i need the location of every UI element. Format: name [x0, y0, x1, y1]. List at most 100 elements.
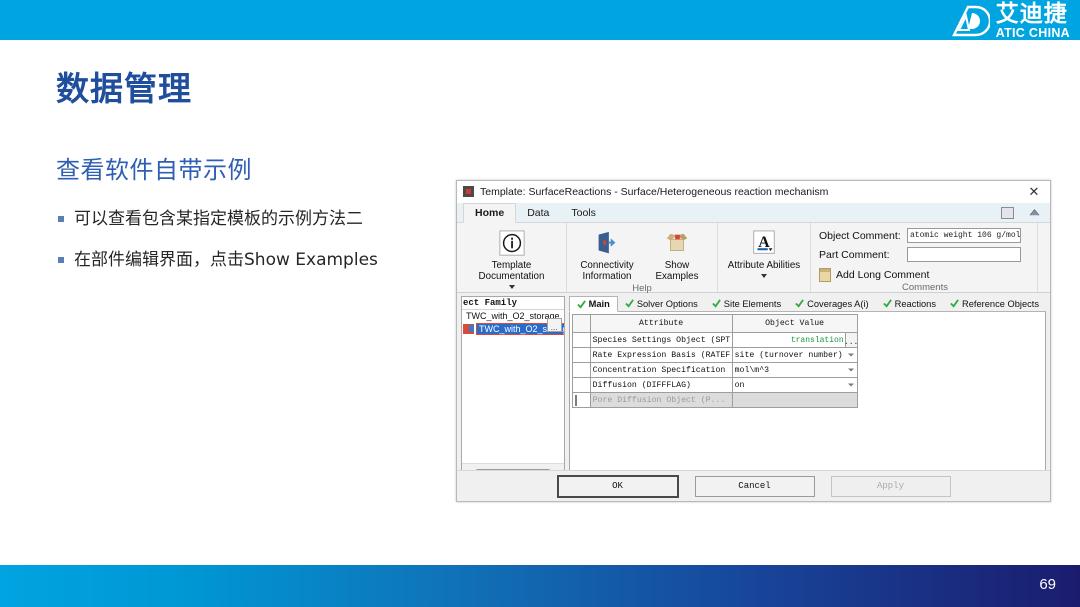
- cancel-button[interactable]: Cancel: [694, 475, 815, 497]
- ribbon-group-items: Connectivity Information Show Examples: [572, 226, 712, 283]
- chevron-down-icon[interactable]: [761, 273, 767, 278]
- attribute-abilities-label: Attribute Abilities: [727, 260, 801, 271]
- table-row[interactable]: Diffusion (DIFFFLAG) on: [571, 377, 858, 393]
- ok-button[interactable]: OK: [556, 474, 679, 498]
- row-value: on: [734, 380, 745, 390]
- tab-coverages[interactable]: Coverages A(i): [788, 296, 876, 311]
- row-checkbox-cell: [571, 347, 591, 363]
- app-icon: [463, 186, 474, 197]
- bullet-square-icon: [58, 216, 64, 222]
- chevron-down-icon[interactable]: [847, 368, 854, 372]
- top-brand-band: 艾迪捷 ATIC CHINA: [0, 0, 1080, 40]
- attribute-table-container: Attribute Object Value Species Settings …: [568, 312, 1046, 478]
- tab-reference-objects[interactable]: Reference Objects: [943, 296, 1046, 311]
- letter-a-icon: A: [749, 229, 779, 259]
- help-icon[interactable]: [1028, 207, 1041, 218]
- tab-reactions-label: Reactions: [894, 298, 936, 309]
- check-icon: [882, 299, 892, 308]
- chevron-down-icon[interactable]: [508, 284, 515, 289]
- check-icon: [712, 299, 721, 308]
- part-comment-field[interactable]: [907, 247, 1021, 262]
- attribute-abilities-button[interactable]: A Attribute Abilities: [722, 226, 806, 278]
- column-header-object-value: Object Value: [731, 314, 858, 333]
- add-long-comment-button[interactable]: Add Long Comment: [819, 268, 1031, 282]
- object-family-tree-panel: ect Family TWC_with_O2_storage TWC_with_…: [461, 296, 565, 478]
- object-comment-field[interactable]: atomic weight 106 g/mol: [907, 228, 1021, 243]
- check-icon: [576, 299, 586, 309]
- open-box-icon: [662, 229, 692, 259]
- ribbon-tab-data[interactable]: Data: [516, 203, 560, 222]
- slide-root: 艾迪捷 ATIC CHINA 数据管理 查看软件自带示例 可以查看包含某指定模板…: [0, 0, 1080, 607]
- dialog-work-area: ect Family TWC_with_O2_storage TWC_with_…: [457, 293, 1050, 478]
- atic-logo-mark-icon: [951, 5, 990, 37]
- row-value: mol\m^3: [734, 365, 770, 375]
- show-examples-label: Show Examples: [655, 260, 699, 282]
- check-icon: [625, 299, 634, 308]
- ribbon-tab-bar: Home Data Tools: [457, 203, 1050, 223]
- object-comment-row: Object Comment: atomic weight 106 g/mol: [819, 228, 1031, 243]
- page-subtitle: 查看软件自带示例: [56, 156, 252, 184]
- tab-solver-options[interactable]: Solver Options: [618, 296, 705, 311]
- bullet-text: 可以查看包含某指定模板的示例方法二: [74, 209, 363, 229]
- row-value-cell[interactable]: site (turnover number): [731, 347, 858, 363]
- object-comment-label: Object Comment:: [819, 229, 901, 242]
- table-row[interactable]: Rate Expression Basis (RATEF... site (tu…: [571, 347, 858, 363]
- table-row[interactable]: Species Settings Object (SPT... translat…: [571, 332, 858, 348]
- ribbon-spacer: [1037, 223, 1050, 292]
- ribbon-tab-tools[interactable]: Tools: [560, 203, 607, 222]
- table-row[interactable]: Concentration Specification ... mol\m^3: [571, 362, 858, 378]
- tree-header-label: ect Family: [462, 297, 564, 310]
- column-header-attribute: Attribute: [589, 314, 733, 333]
- row-attribute: Pore Diffusion Object (P...: [589, 392, 733, 408]
- tab-solver-options-label: Solver Options: [636, 298, 698, 309]
- row-value-cell[interactable]: translation ...: [731, 332, 858, 348]
- dialog-title: Template: SurfaceReactions - Surface/Het…: [480, 185, 829, 198]
- tab-site-elements[interactable]: Site Elements: [705, 296, 788, 311]
- close-icon[interactable]: ✕: [1022, 181, 1046, 202]
- apply-button: Apply: [830, 475, 951, 497]
- ribbon-group-items: A Attribute Abilities: [722, 226, 806, 283]
- check-icon: [950, 299, 959, 308]
- row-checkbox[interactable]: [574, 394, 577, 406]
- minimize-ribbon-icon[interactable]: [1001, 206, 1014, 219]
- row-checkbox-cell: [571, 362, 591, 378]
- template-documentation-button[interactable]: Template Documentation: [462, 226, 562, 289]
- row-value-cell[interactable]: on: [731, 377, 858, 393]
- tab-main[interactable]: Main: [568, 296, 618, 312]
- list-item: 在部件编辑界面，点击Show Examples: [58, 249, 458, 271]
- attribute-table: Attribute Object Value Species Settings …: [571, 314, 858, 408]
- logo-chinese-name: 艾迪捷: [995, 0, 1068, 27]
- tree-browse-button[interactable]: ...: [546, 318, 562, 332]
- table-header-row: Attribute Object Value: [571, 314, 858, 333]
- attribute-tab-bar: Main Solver Options Site Elements Covera…: [568, 296, 1046, 312]
- tab-reactions[interactable]: Reactions: [876, 296, 943, 311]
- bullet-list: 可以查看包含某指定模板的示例方法二 在部件编辑界面，点击Show Example…: [58, 208, 458, 290]
- note-icon: [819, 268, 831, 282]
- bullet-square-icon: [58, 257, 64, 264]
- company-logo: 艾迪捷 ATIC CHINA: [902, 0, 1070, 39]
- row-attribute: Rate Expression Basis (RATEF...: [589, 347, 733, 363]
- value-browse-button[interactable]: ...: [844, 333, 857, 347]
- ribbon-group-attribute-abilities: A Attribute Abilities: [717, 223, 810, 292]
- connectivity-information-button[interactable]: Connectivity Information: [572, 226, 642, 283]
- bottom-brand-band: 69: [0, 565, 1080, 607]
- row-attribute: Concentration Specification ...: [589, 362, 733, 378]
- row-value-cell[interactable]: mol\m^3: [731, 362, 858, 378]
- page-title: 数据管理: [56, 69, 192, 108]
- row-checkbox-cell: [571, 392, 591, 408]
- chevron-down-icon[interactable]: [847, 353, 854, 357]
- bullet-text: 在部件编辑界面，点击Show Examples: [74, 250, 378, 271]
- check-icon: [795, 299, 804, 308]
- row-value: translation: [790, 335, 844, 345]
- row-attribute: Diffusion (DIFFFLAG): [589, 377, 733, 393]
- tab-coverages-label: Coverages A(i): [807, 298, 869, 309]
- tab-site-elements-label: Site Elements: [723, 298, 782, 309]
- tab-reference-objects-label: Reference Objects: [962, 298, 1039, 309]
- table-row[interactable]: Pore Diffusion Object (P...: [571, 392, 858, 408]
- row-value: site (turnover number): [734, 350, 843, 360]
- chevron-down-icon[interactable]: [847, 383, 854, 387]
- ribbon-tab-home[interactable]: Home: [463, 203, 517, 223]
- part-comment-label: Part Comment:: [819, 248, 890, 261]
- show-examples-button[interactable]: Show Examples: [642, 226, 712, 283]
- tab-main-label: Main: [588, 299, 610, 309]
